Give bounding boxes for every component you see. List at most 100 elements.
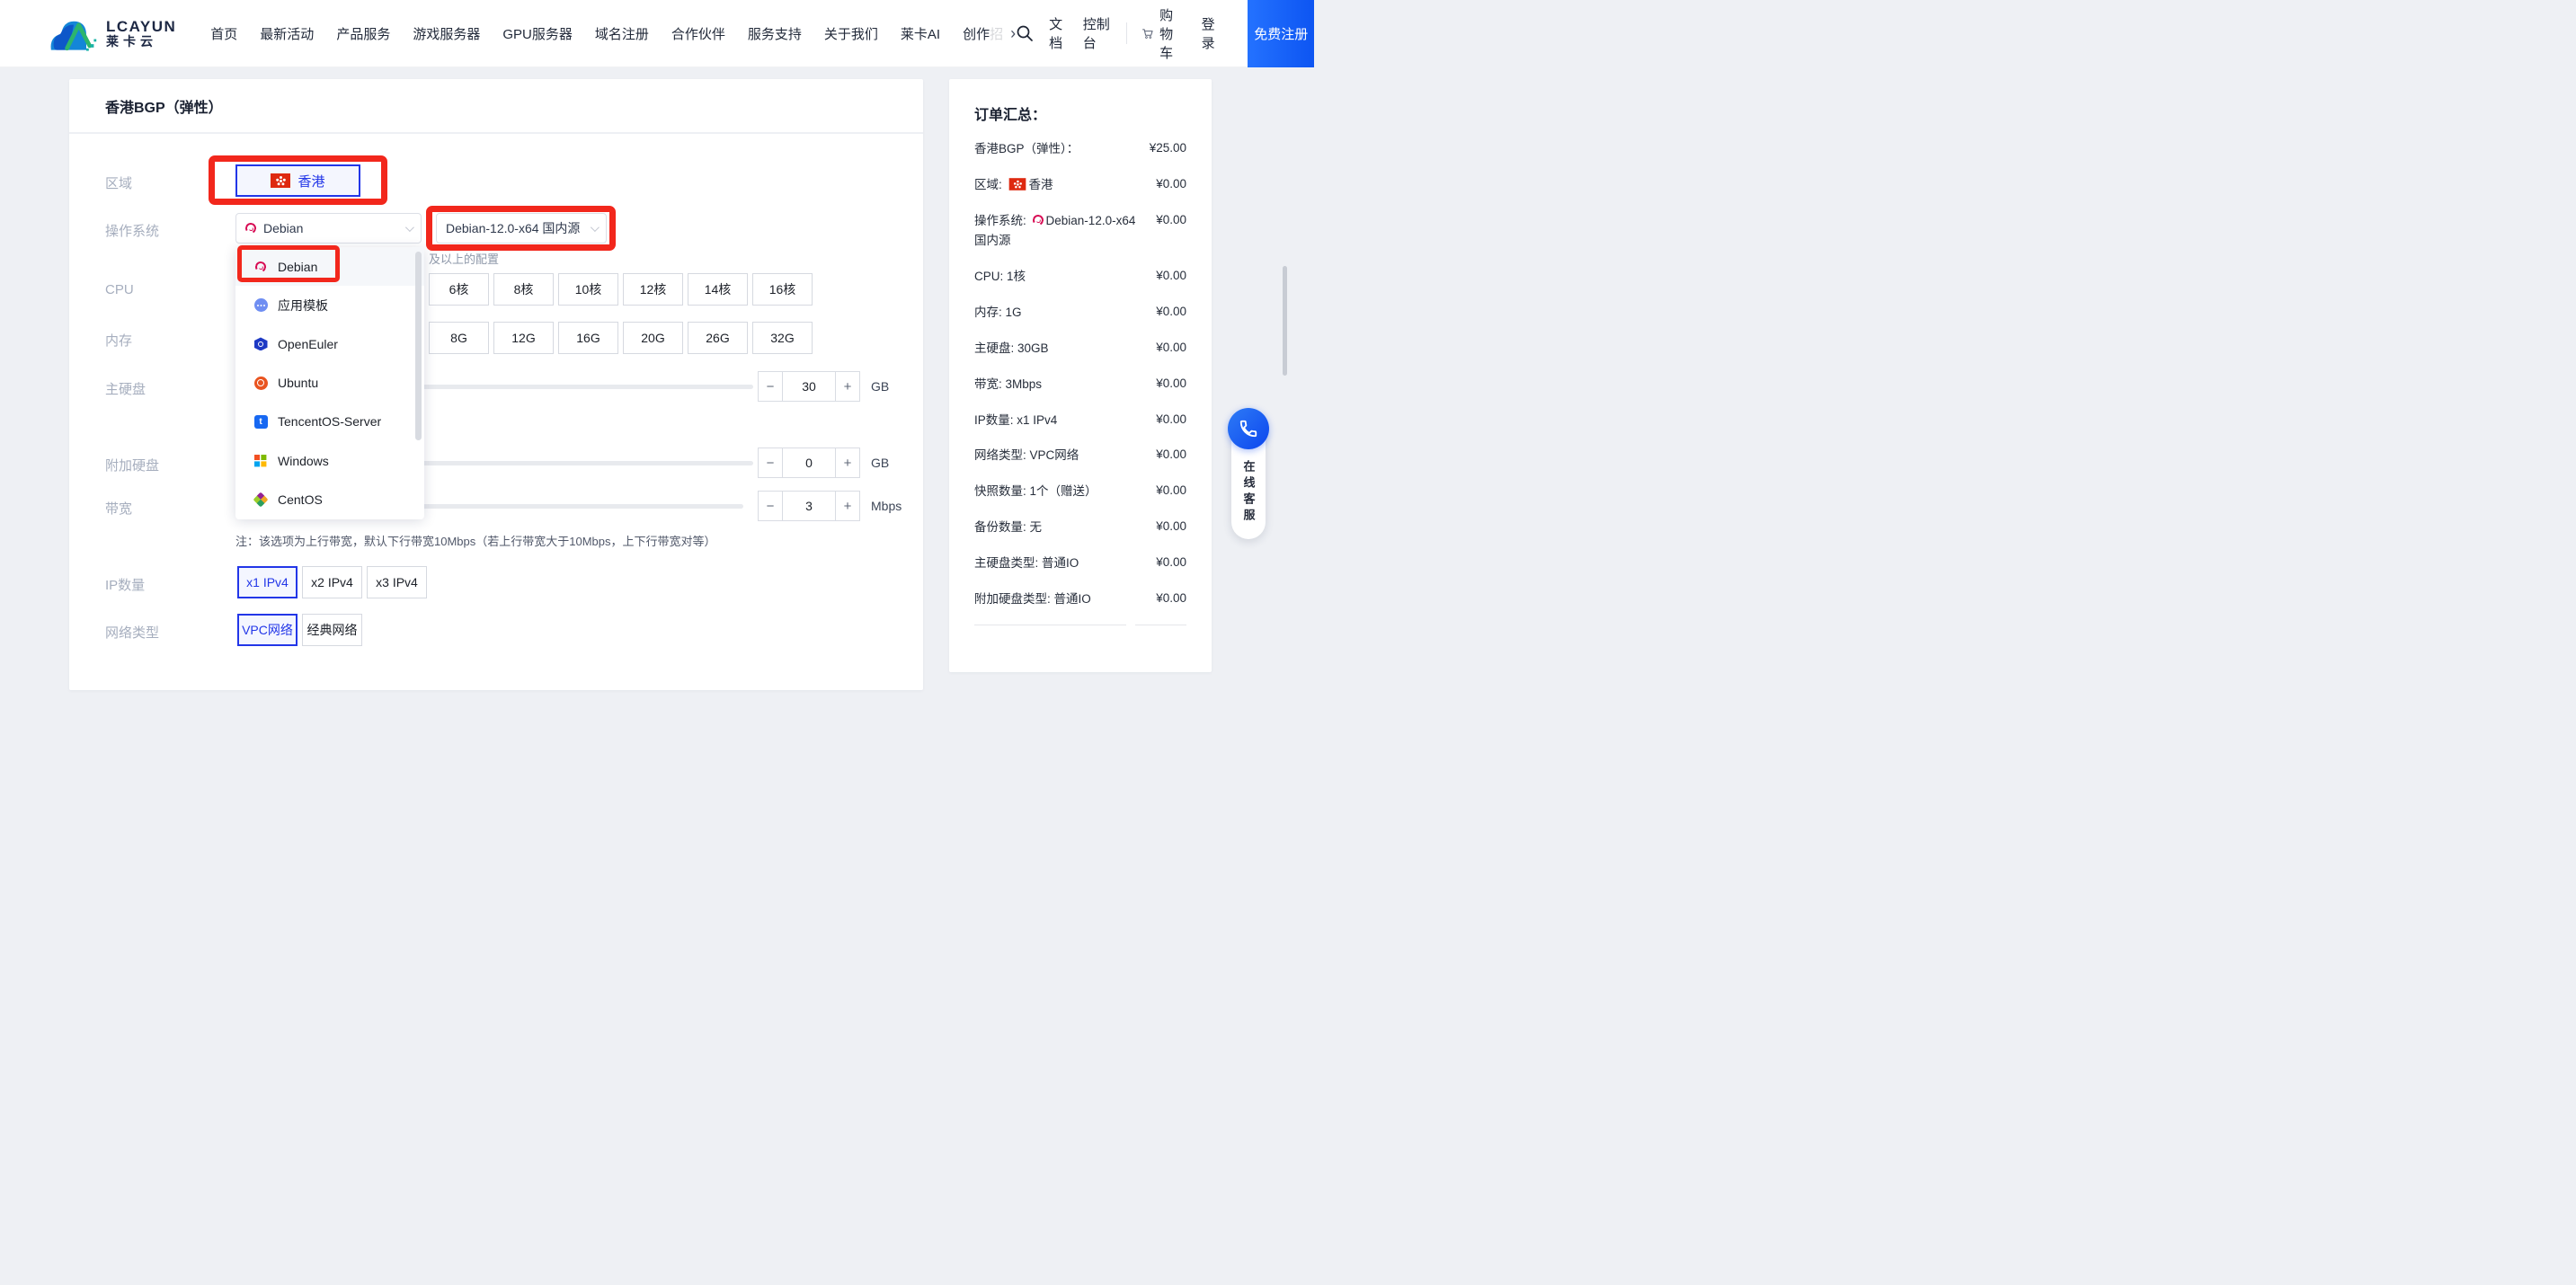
os-dropdown-item[interactable]: 应用模板 bbox=[235, 286, 424, 324]
disk-stepper: − 30 + bbox=[758, 371, 860, 402]
network-option[interactable]: VPC网络 bbox=[237, 614, 298, 646]
summary-row: 主硬盘类型: 普通IO ¥0.00 bbox=[974, 553, 1186, 572]
debian-icon bbox=[244, 221, 258, 235]
ip-option[interactable]: x3 IPv4 bbox=[367, 566, 427, 598]
os-dropdown-item[interactable]: TencentOS-Server bbox=[235, 403, 424, 441]
nav-item[interactable]: 服务支持 bbox=[748, 24, 802, 43]
summary-list: 香港BGP（弹性）： ¥25.00 区域: 香港 ¥0.00 操作系统: Deb… bbox=[974, 138, 1186, 608]
summary-price: ¥0.00 bbox=[1156, 483, 1186, 498]
cpu-option[interactable]: 12核 bbox=[623, 273, 683, 306]
os-dropdown-item[interactable]: Ubuntu bbox=[235, 364, 424, 403]
os-icon bbox=[253, 260, 268, 273]
nav-item[interactable]: 域名注册 bbox=[595, 24, 649, 43]
summary-row: 网络类型: VPC网络 ¥0.00 bbox=[974, 445, 1186, 465]
phone-button[interactable] bbox=[1228, 408, 1269, 449]
brand-logo[interactable]: LCAYUN 莱卡云 bbox=[49, 13, 176, 53]
bandwidth-slider[interactable] bbox=[402, 504, 743, 509]
hong-kong-flag-icon bbox=[1008, 178, 1026, 191]
bandwidth-plus-button[interactable]: + bbox=[835, 491, 860, 521]
os-label: 操作系统 bbox=[105, 224, 160, 239]
cpu-option[interactable]: 8核 bbox=[493, 273, 554, 306]
nav-item[interactable]: 创作招 bbox=[963, 24, 1003, 43]
nav-item[interactable]: 最新活动 bbox=[260, 24, 314, 43]
summary-row: IP数量: x1 IPv4 ¥0.00 bbox=[974, 410, 1186, 430]
bandwidth-label: 带宽 bbox=[105, 501, 133, 517]
extra-disk-value-input[interactable]: 0 bbox=[782, 448, 836, 478]
nav-item[interactable]: 合作伙伴 bbox=[671, 24, 725, 43]
nav-item[interactable]: GPU服务器 bbox=[502, 24, 573, 43]
summary-row: 快照数量: 1个（赠送） ¥0.00 bbox=[974, 481, 1186, 501]
memory-option[interactable]: 26G bbox=[688, 322, 748, 354]
chevron-down-icon bbox=[590, 222, 600, 232]
summary-price: ¥0.00 bbox=[1156, 376, 1186, 390]
os-recommend-note: 及以上的配置 bbox=[429, 253, 500, 266]
os-dropdown-item[interactable]: OpenEuler bbox=[235, 324, 424, 363]
os-dropdown-item[interactable]: Windows bbox=[235, 441, 424, 480]
os-version-select[interactable]: Debian-12.0-x64 国内源 bbox=[436, 213, 607, 244]
summary-price: ¥0.00 bbox=[1156, 340, 1186, 354]
nav-item[interactable]: 首页 bbox=[210, 24, 237, 43]
disk-plus-button[interactable]: + bbox=[835, 371, 860, 402]
nav-item[interactable]: 关于我们 bbox=[824, 24, 878, 43]
network-option[interactable]: 经典网络 bbox=[302, 614, 362, 646]
disk-minus-button[interactable]: − bbox=[758, 371, 783, 402]
register-button[interactable]: 免费注册 bbox=[1248, 0, 1315, 67]
os-icon bbox=[253, 337, 268, 351]
summary-row: 内存: 1G ¥0.00 bbox=[974, 302, 1186, 322]
login-link[interactable]: 登录 bbox=[1202, 14, 1221, 52]
bandwidth-value-input[interactable]: 3 bbox=[782, 491, 836, 521]
phone-icon bbox=[1239, 420, 1257, 438]
nav-divider bbox=[1125, 22, 1127, 44]
page-scrollbar[interactable] bbox=[1283, 266, 1287, 376]
os-family-select[interactable]: Debian bbox=[235, 213, 422, 244]
summary-row: 主硬盘: 30GB ¥0.00 bbox=[974, 338, 1186, 358]
region-option-hongkong[interactable]: 香港 bbox=[235, 164, 360, 197]
nav-item[interactable]: 游戏服务器 bbox=[413, 24, 480, 43]
summary-price: ¥0.00 bbox=[1156, 448, 1186, 462]
bandwidth-minus-button[interactable]: − bbox=[758, 491, 783, 521]
os-icon bbox=[253, 298, 268, 313]
extra-disk-plus-button[interactable]: + bbox=[835, 448, 860, 478]
memory-option[interactable]: 20G bbox=[623, 322, 683, 354]
os-dropdown-item[interactable]: CentOS bbox=[235, 480, 424, 518]
dropdown-scrollbar[interactable] bbox=[415, 252, 422, 440]
cart-link[interactable]: 购物车 bbox=[1141, 5, 1186, 62]
cpu-option[interactable]: 14核 bbox=[688, 273, 748, 306]
extra-disk-minus-button[interactable]: − bbox=[758, 448, 783, 478]
search-icon[interactable] bbox=[1016, 24, 1034, 42]
summary-row: CPU: 1核 ¥0.00 bbox=[974, 266, 1186, 286]
os-icon bbox=[253, 376, 268, 390]
nav-console-link[interactable]: 控制台 bbox=[1083, 14, 1111, 52]
nav-docs-link[interactable]: 文档 bbox=[1049, 14, 1068, 52]
network-label: 网络类型 bbox=[105, 625, 160, 641]
chevron-down-icon bbox=[404, 222, 414, 232]
order-summary-card: 订单汇总： 香港BGP（弹性）： ¥25.00 区域: 香港 ¥0.00 操作系… bbox=[949, 79, 1212, 672]
memory-option[interactable]: 32G bbox=[752, 322, 813, 354]
memory-option[interactable]: 12G bbox=[493, 322, 554, 354]
summary-row: 附加硬盘类型: 普通IO ¥0.00 bbox=[974, 589, 1186, 608]
ip-option[interactable]: x2 IPv4 bbox=[302, 566, 362, 598]
cpu-option[interactable]: 16核 bbox=[752, 273, 813, 306]
os-dropdown-item[interactable]: Debian bbox=[235, 247, 424, 287]
top-nav: LCAYUN 莱卡云 首页 最新活动 产品服务 游戏服务器 GPU服务器 域名注册 合作伙伴… bbox=[0, 0, 1315, 67]
cpu-options: 6核 8核 10核 12核 14核 16核 bbox=[429, 273, 813, 306]
summary-price: ¥0.00 bbox=[1156, 519, 1186, 534]
summary-price: ¥25.00 bbox=[1149, 141, 1186, 155]
ip-option[interactable]: x1 IPv4 bbox=[237, 566, 298, 598]
cpu-option[interactable]: 10核 bbox=[558, 273, 618, 306]
extra-disk-slider[interactable] bbox=[402, 461, 753, 465]
memory-option[interactable]: 8G bbox=[429, 322, 489, 354]
disk-slider[interactable] bbox=[402, 385, 753, 389]
summary-row: 操作系统: Debian-12.0-x64 国内源 ¥0.00 bbox=[974, 210, 1186, 250]
cart-label: 购物车 bbox=[1159, 7, 1174, 61]
cpu-option[interactable]: 6核 bbox=[429, 273, 489, 306]
nav-item[interactable]: 产品服务 bbox=[336, 24, 390, 43]
summary-title: 订单汇总： bbox=[974, 108, 1047, 123]
summary-price: ¥0.00 bbox=[1156, 591, 1186, 606]
brand-name-cn: 莱卡云 bbox=[106, 33, 157, 49]
memory-option[interactable]: 16G bbox=[558, 322, 618, 354]
cpu-label: CPU bbox=[105, 282, 134, 297]
nav-item[interactable]: 莱卡AI bbox=[901, 24, 940, 43]
extra-disk-stepper: − 0 + bbox=[758, 448, 860, 478]
disk-value-input[interactable]: 30 bbox=[782, 371, 836, 402]
